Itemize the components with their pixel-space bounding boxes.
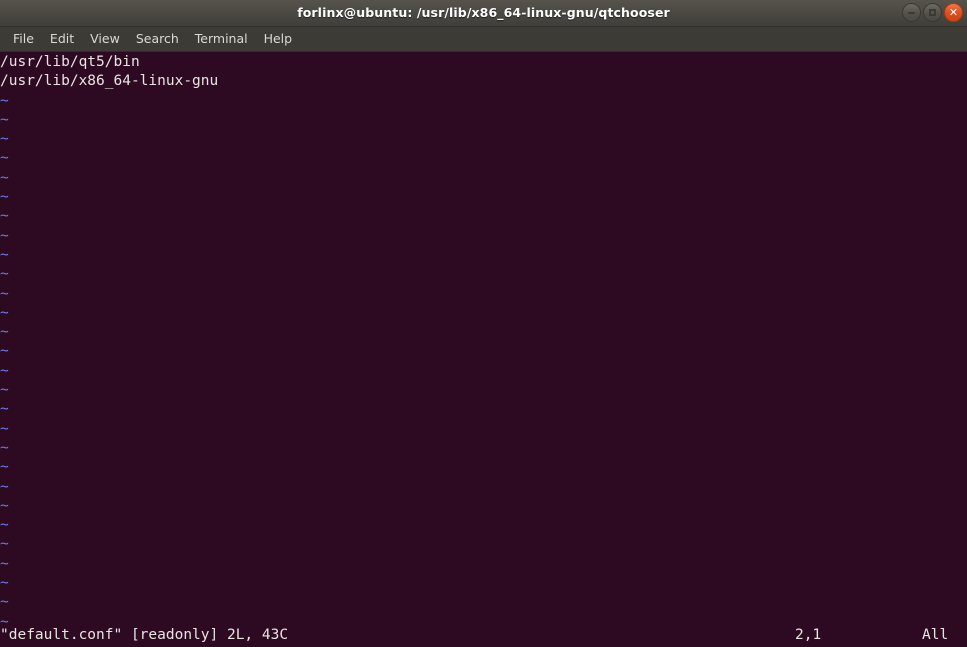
- vim-empty-line-marker: ~: [0, 478, 9, 495]
- menu-item-search[interactable]: Search: [128, 29, 187, 49]
- close-icon: ✕: [948, 6, 959, 19]
- vim-empty-line-marker: ~: [0, 285, 9, 302]
- vim-empty-line-marker: ~: [0, 131, 9, 148]
- menu-item-help[interactable]: Help: [256, 29, 301, 49]
- vim-empty-line-marker: ~: [0, 459, 9, 476]
- vim-empty-line-marker: ~: [0, 324, 9, 341]
- menu-item-edit[interactable]: Edit: [42, 29, 82, 49]
- menubar: File Edit View Search Terminal Help: [0, 27, 967, 52]
- vim-empty-line-marker: ~: [0, 497, 9, 514]
- menu-item-view[interactable]: View: [82, 29, 128, 49]
- vim-empty-line-marker: ~: [0, 189, 9, 206]
- minimize-icon: [908, 12, 915, 14]
- vim-empty-line-marker: ~: [0, 343, 9, 360]
- vim-empty-line-marker: ~: [0, 382, 9, 399]
- window-controls: ✕: [902, 3, 963, 22]
- maximize-icon: [929, 9, 936, 16]
- vim-empty-line-marker: ~: [0, 246, 9, 263]
- vim-empty-line-marker: ~: [0, 266, 9, 283]
- vim-empty-line-marker: ~: [0, 227, 9, 244]
- vim-empty-line-marker: ~: [0, 150, 9, 167]
- vim-empty-line-marker: ~: [0, 439, 9, 456]
- vim-empty-line-marker: ~: [0, 92, 9, 109]
- vim-empty-line-marker: ~: [0, 362, 9, 379]
- vim-empty-line-marker: ~: [0, 555, 9, 572]
- vim-empty-line-marker: ~: [0, 401, 9, 418]
- terminal-window: forlinx@ubuntu: /usr/lib/x86_64-linux-gn…: [0, 0, 967, 647]
- terminal-screen[interactable]: /usr/lib/qt5/bin/usr/lib/x86_64-linux-gn…: [0, 52, 967, 646]
- vim-empty-line-marker: ~: [0, 111, 9, 128]
- vim-empty-line-marker: ~: [0, 304, 9, 321]
- window-title: forlinx@ubuntu: /usr/lib/x86_64-linux-gn…: [297, 5, 670, 20]
- vim-status-scroll: All: [922, 627, 949, 643]
- vim-content-line: /usr/lib/qt5/bin: [0, 54, 140, 70]
- menu-item-terminal[interactable]: Terminal: [187, 29, 256, 49]
- window-titlebar[interactable]: forlinx@ubuntu: /usr/lib/x86_64-linux-gn…: [0, 0, 967, 27]
- vim-empty-line-marker: ~: [0, 420, 9, 437]
- menu-item-file[interactable]: File: [5, 29, 42, 49]
- close-button[interactable]: ✕: [944, 3, 963, 22]
- vim-empty-line-marker: ~: [0, 575, 9, 592]
- vim-empty-line-marker: ~: [0, 594, 9, 611]
- vim-content-line: /usr/lib/x86_64-linux-gnu: [0, 73, 219, 90]
- vim-empty-line-marker: ~: [0, 208, 9, 225]
- vim-status-line: "default.conf" [readonly] 2L, 43C 2,1 Al…: [0, 625, 967, 646]
- vim-empty-line-marker: ~: [0, 169, 9, 186]
- vim-empty-line-marker: ~: [0, 517, 9, 534]
- vim-empty-line-marker: ~: [0, 536, 9, 553]
- minimize-button[interactable]: [902, 3, 921, 22]
- vim-buffer: /usr/lib/qt5/bin/usr/lib/x86_64-linux-gn…: [0, 53, 967, 632]
- vim-status-position: 2,1: [795, 627, 822, 643]
- maximize-button[interactable]: [923, 3, 942, 22]
- vim-status-file: "default.conf" [readonly] 2L, 43C: [0, 627, 289, 643]
